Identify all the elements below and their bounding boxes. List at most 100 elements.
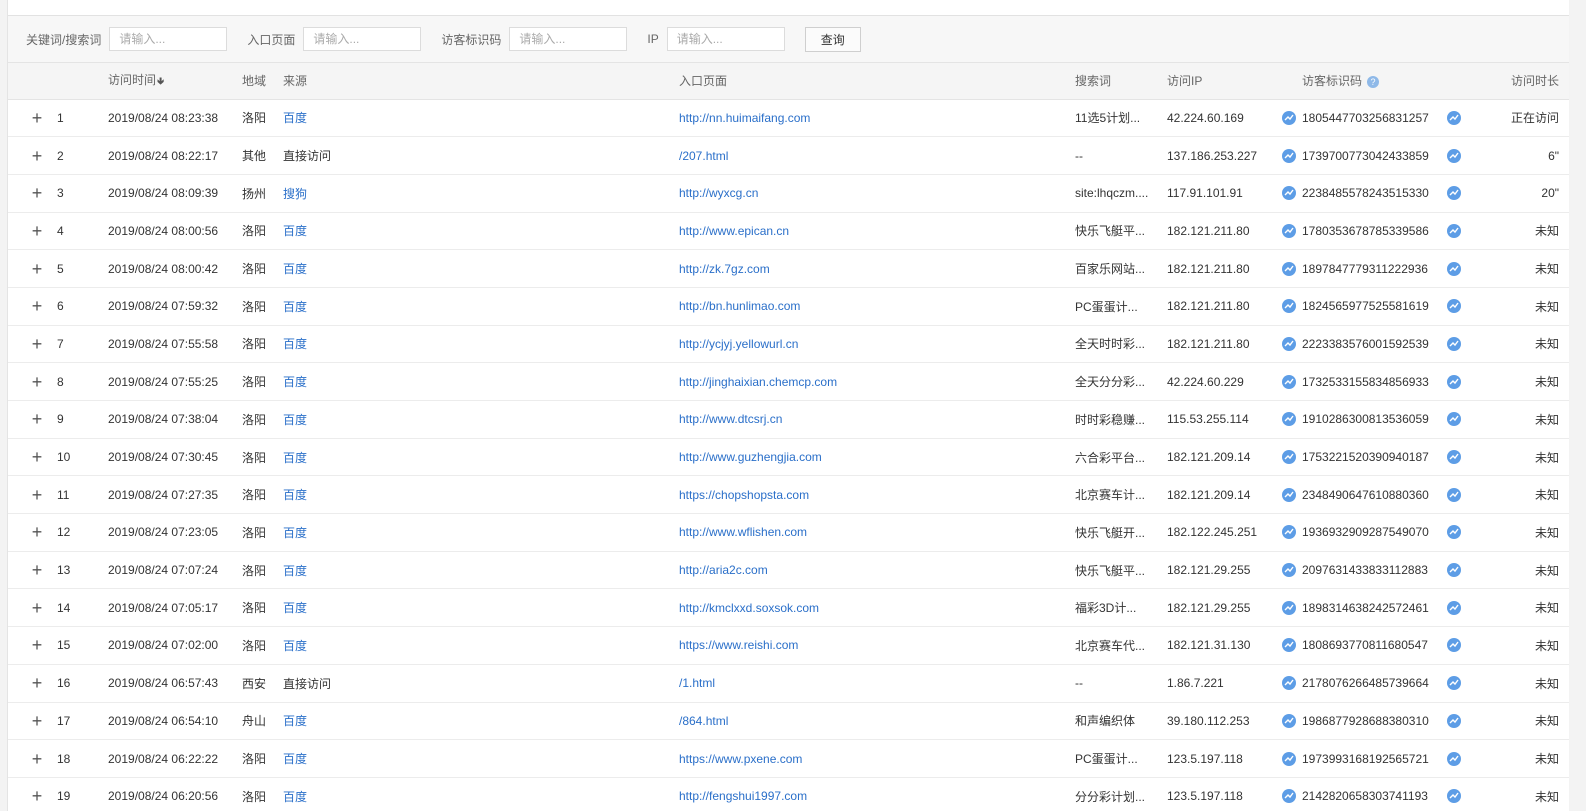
landing-page[interactable]: http://wyxcg.cn [679, 174, 1075, 213]
source[interactable]: 百度 [283, 325, 679, 364]
trend-chart-icon[interactable] [1282, 525, 1296, 540]
source[interactable]: 百度 [283, 212, 679, 251]
source[interactable]: 百度 [283, 287, 679, 326]
source-text[interactable]: 百度 [283, 601, 307, 615]
trend-chart-icon[interactable] [1447, 638, 1461, 653]
header-time[interactable]: 访问时间🢃 [108, 63, 242, 100]
landing-page-link[interactable]: http://bn.hunlimao.com [679, 299, 800, 313]
source-text[interactable]: 搜狗 [283, 187, 307, 201]
plus-icon[interactable]: + [30, 410, 44, 428]
trend-chart-icon[interactable] [1282, 336, 1296, 351]
trend-chart-icon[interactable] [1447, 676, 1461, 691]
source-text[interactable]: 百度 [283, 224, 307, 238]
plus-icon[interactable]: + [30, 335, 44, 353]
landing-page[interactable]: http://fengshui1997.com [679, 777, 1075, 811]
landing-page[interactable]: http://www.dtcsrj.cn [679, 400, 1075, 439]
source[interactable]: 百度 [283, 702, 679, 741]
trend-chart-icon[interactable] [1447, 110, 1461, 125]
source[interactable]: 百度 [283, 551, 679, 590]
source[interactable]: 百度 [283, 249, 679, 288]
trend-chart-icon[interactable] [1282, 261, 1296, 276]
trend-chart-icon[interactable] [1282, 186, 1296, 201]
plus-icon[interactable]: + [30, 297, 44, 315]
trend-chart-icon[interactable] [1447, 186, 1461, 201]
landing-page[interactable]: http://aria2c.com [679, 551, 1075, 590]
plus-icon[interactable]: + [30, 147, 44, 165]
landing-page[interactable]: /207.html [679, 136, 1075, 175]
plus-icon[interactable]: + [30, 222, 44, 240]
source-text[interactable]: 百度 [283, 639, 307, 653]
source[interactable]: 百度 [283, 588, 679, 628]
landing-page-link[interactable]: https://chopshopsta.com [679, 488, 809, 502]
plus-icon[interactable]: + [30, 260, 44, 278]
landing-page[interactable]: http://zk.7gz.com [679, 249, 1075, 288]
plus-icon[interactable]: + [30, 712, 44, 730]
trend-chart-icon[interactable] [1282, 563, 1296, 578]
plus-icon[interactable]: + [30, 636, 44, 654]
source[interactable]: 百度 [283, 777, 679, 811]
trend-chart-icon[interactable] [1447, 450, 1461, 465]
landing-page[interactable]: http://www.wflishen.com [679, 513, 1075, 552]
source-text[interactable]: 百度 [283, 375, 307, 389]
source[interactable]: 百度 [283, 739, 679, 778]
trend-chart-icon[interactable] [1282, 374, 1296, 389]
landing-page-link[interactable]: http://aria2c.com [679, 563, 768, 577]
source-text[interactable]: 百度 [283, 526, 307, 540]
landing-page[interactable]: /1.html [679, 664, 1075, 703]
landing-page-link[interactable]: http://jinghaixian.chemcp.com [679, 375, 837, 389]
visitor-id-filter-input[interactable] [509, 27, 628, 51]
plus-icon[interactable]: + [30, 184, 44, 202]
landing-page-link[interactable]: http://kmclxxd.soxsok.com [679, 601, 819, 615]
plus-icon[interactable]: + [30, 561, 44, 579]
source[interactable]: 百度 [283, 513, 679, 552]
trend-chart-icon[interactable] [1447, 713, 1461, 728]
landing-page[interactable]: http://kmclxxd.soxsok.com [679, 588, 1075, 628]
trend-chart-icon[interactable] [1282, 600, 1296, 615]
trend-chart-icon[interactable] [1282, 789, 1296, 804]
trend-chart-icon[interactable] [1447, 148, 1461, 163]
trend-chart-icon[interactable] [1282, 676, 1296, 691]
trend-chart-icon[interactable] [1282, 450, 1296, 465]
trend-chart-icon[interactable] [1282, 412, 1296, 427]
source[interactable]: 百度 [283, 626, 679, 665]
landing-page-link[interactable]: http://fengshui1997.com [679, 789, 807, 803]
source[interactable]: 百度 [283, 475, 679, 515]
trend-chart-icon[interactable] [1282, 638, 1296, 653]
source-text[interactable]: 百度 [283, 413, 307, 427]
landing-page[interactable]: /864.html [679, 702, 1075, 741]
landing-page-link[interactable]: http://ycjyj.yellowurl.cn [679, 337, 798, 351]
source-text[interactable]: 百度 [283, 752, 307, 766]
landing-page-link[interactable]: /864.html [679, 714, 728, 728]
source-text[interactable]: 百度 [283, 111, 307, 125]
trend-chart-icon[interactable] [1282, 487, 1296, 502]
landing-page-link[interactable]: http://wyxcg.cn [679, 186, 758, 200]
source-text[interactable]: 百度 [283, 790, 307, 804]
source-text[interactable]: 百度 [283, 300, 307, 314]
source[interactable]: 百度 [283, 400, 679, 439]
trend-chart-icon[interactable] [1447, 751, 1461, 766]
landing-page-link[interactable]: http://www.dtcsrj.cn [679, 412, 782, 426]
plus-icon[interactable]: + [30, 109, 44, 127]
landing-page[interactable]: http://www.epican.cn [679, 212, 1075, 251]
landing-page-link[interactable]: http://zk.7gz.com [679, 262, 770, 276]
trend-chart-icon[interactable] [1282, 713, 1296, 728]
landing-page-link[interactable]: /207.html [679, 149, 728, 163]
landing-page-link[interactable]: http://www.guzhengjia.com [679, 450, 822, 464]
trend-chart-icon[interactable] [1447, 789, 1461, 804]
trend-chart-icon[interactable] [1447, 525, 1461, 540]
trend-chart-icon[interactable] [1447, 223, 1461, 238]
trend-chart-icon[interactable] [1447, 374, 1461, 389]
plus-icon[interactable]: + [30, 486, 44, 504]
trend-chart-icon[interactable] [1282, 148, 1296, 163]
source-text[interactable]: 百度 [283, 488, 307, 502]
landing-page[interactable]: http://www.guzhengjia.com [679, 438, 1075, 477]
source[interactable]: 百度 [283, 362, 679, 401]
plus-icon[interactable]: + [30, 674, 44, 692]
trend-chart-icon[interactable] [1447, 563, 1461, 578]
plus-icon[interactable]: + [30, 373, 44, 391]
source-text[interactable]: 百度 [283, 337, 307, 351]
landing-page[interactable]: https://www.reishi.com [679, 626, 1075, 665]
trend-chart-icon[interactable] [1282, 110, 1296, 125]
trend-chart-icon[interactable] [1447, 299, 1461, 314]
landing-page[interactable]: https://www.pxene.com [679, 739, 1075, 778]
